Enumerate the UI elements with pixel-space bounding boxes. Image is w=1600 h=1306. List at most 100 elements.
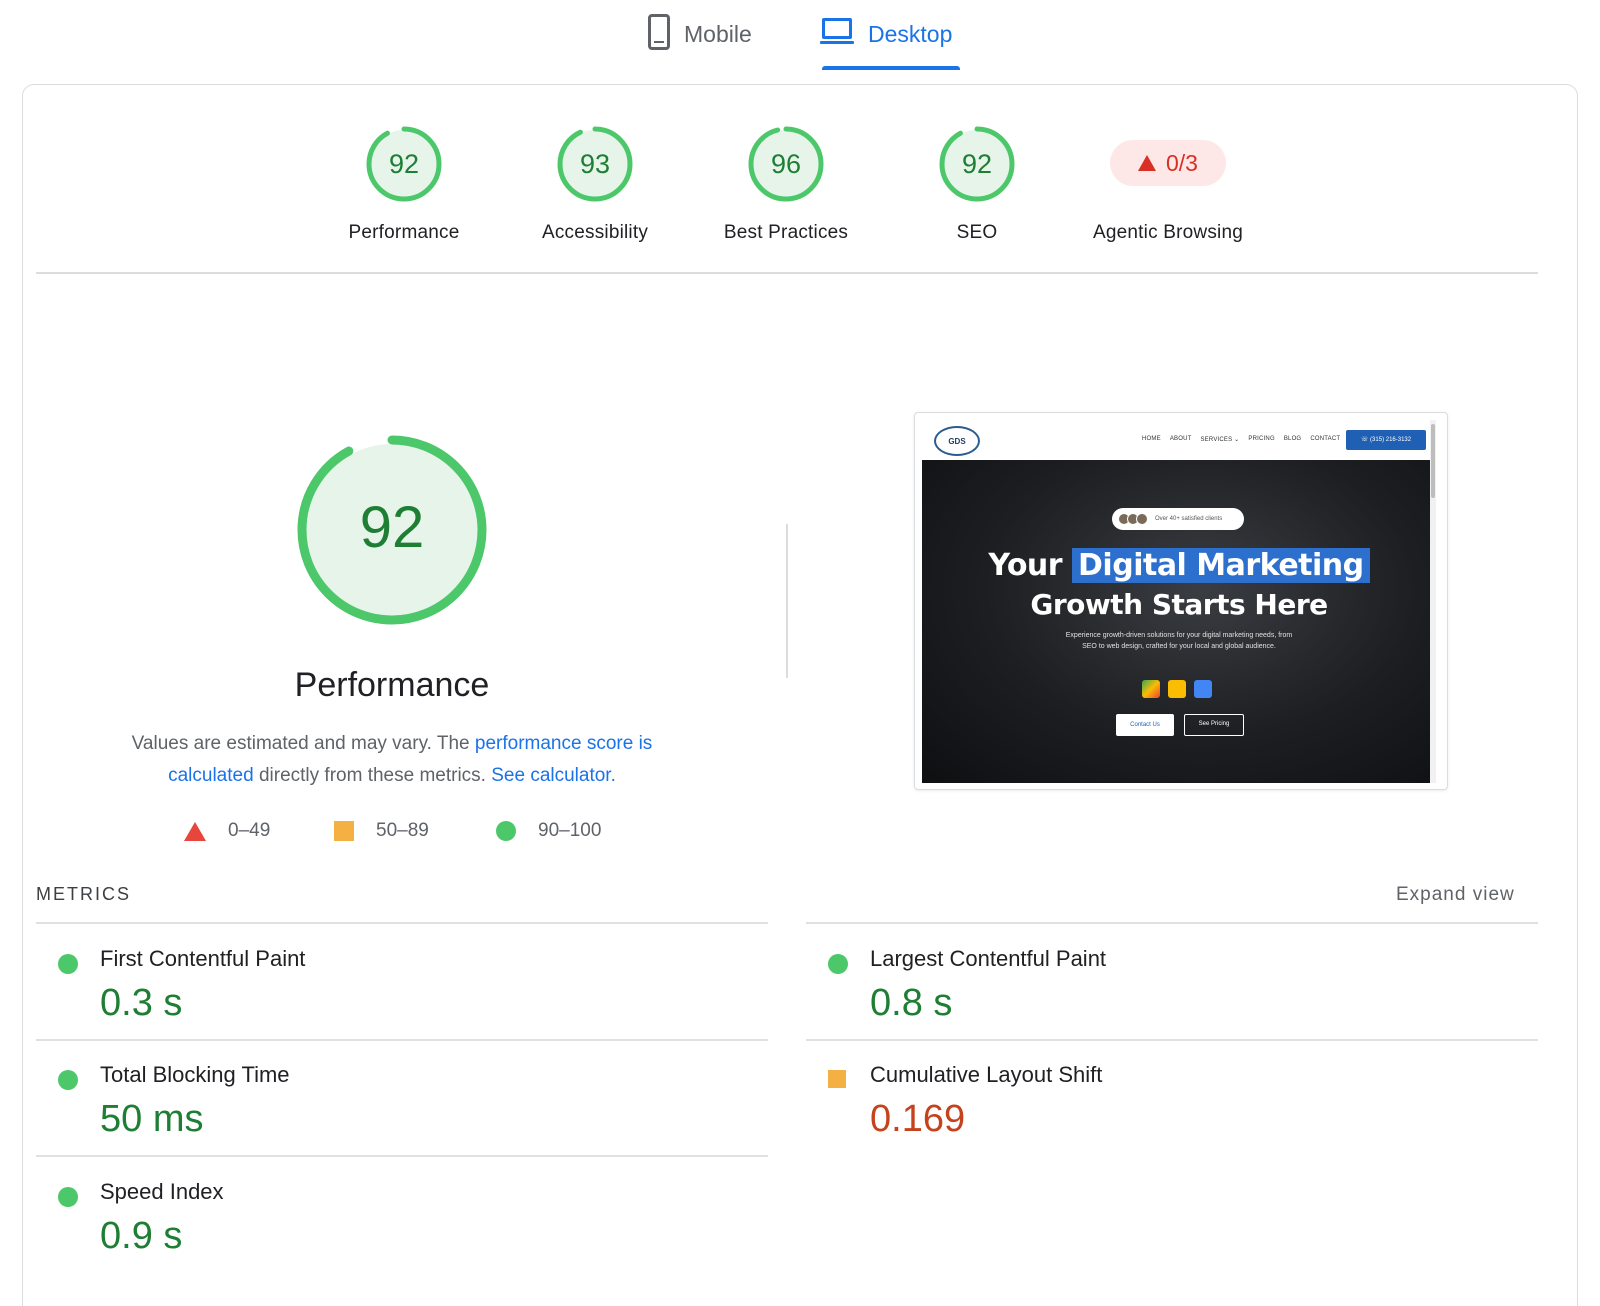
divider [806,1039,1538,1041]
tab-desktop-label: Desktop [868,21,953,47]
hero-headline: Your Digital Marketing [922,548,1436,583]
triangle-icon [184,821,206,841]
gauge-label: Performance [348,222,460,243]
score-ring: 93 [555,124,635,204]
divider [806,922,1538,924]
site-nav-item: SERVICES ⌄ [1200,437,1240,443]
hero-icons [1142,680,1212,698]
device-tabs: Mobile Desktop [0,0,1600,72]
hero-pill: Over 40+ satisfied clients [1112,508,1244,530]
metric-value: 0.8 s [870,982,953,1024]
maps-icon [1142,680,1160,698]
site-nav-item: PRICING [1248,436,1275,442]
legend-pass: 90–100 [496,820,601,842]
score-value: 93 [579,149,611,179]
divider [36,1155,768,1157]
score-value: 92 [388,149,420,179]
site-nav-item: BLOG [1283,436,1302,442]
pass-circle-icon [58,1187,78,1207]
divider [36,272,1538,274]
site-nav-item: HOME [1142,436,1161,442]
site-nav-item: ABOUT [1169,436,1192,442]
contact-button: Contact Us [1116,714,1174,736]
business-icon [1194,680,1212,698]
circle-icon [496,821,516,841]
expand-view-toggle[interactable]: Expand view [1396,884,1515,906]
gauge-performance[interactable]: 92 Performance [314,124,494,244]
metric-lcp: Largest Contentful Paint 0.8 s [806,940,1506,1050]
gauge-seo[interactable]: 92 SEO [887,124,1067,244]
metric-value: 50 ms [100,1098,204,1140]
gauge-label: Accessibility [541,222,649,243]
metric-value: 0.9 s [100,1215,183,1257]
score-ring: 92 [937,124,1017,204]
metrics-heading: METRICS [36,884,131,904]
site-nav-item: CONTACT [1310,436,1341,442]
tab-desktop[interactable]: Desktop [820,10,952,72]
site-phone-button: ☏ (315) 216-3132 [1346,430,1426,450]
pass-circle-icon [828,954,848,974]
legend-range: 50–89 [376,820,429,841]
screenshot-content: GDS HOME ABOUT SERVICES ⌄ PRICING BLOG C… [922,420,1436,783]
score-value: 96 [770,149,802,179]
tab-mobile-label: Mobile [684,21,752,47]
metric-name: Speed Index [100,1179,224,1204]
hero-buttons: Contact Us See Pricing [1116,714,1244,736]
gauge-label: Best Practices [723,222,849,243]
legend-range: 0–49 [228,820,271,841]
site-hero: Over 40+ satisfied clients Your Digital … [922,460,1430,783]
score-legend: 0–49 50–89 90–100 [0,820,800,850]
gauge-accessibility[interactable]: 93 Accessibility [505,124,685,244]
square-icon [334,821,354,841]
gauge-agentic-browsing[interactable]: 0/3 Agentic Browsing [1078,124,1258,244]
average-square-icon [828,1070,846,1088]
legend-fail: 0–49 [184,820,270,842]
phone-icon [648,14,670,50]
metric-value: 0.3 s [100,982,183,1024]
metric-speed-index: Speed Index 0.9 s [36,1173,736,1283]
metric-tbt: Total Blocking Time 50 ms [36,1056,736,1166]
laptop-icon [820,18,854,46]
performance-score: 92 [359,495,425,560]
score-value: 0/3 [1166,149,1198,176]
tab-mobile[interactable]: Mobile [648,10,752,72]
see-calculator-link[interactable]: See calculator. [491,765,616,786]
desc-text: Values are estimated and may vary. The [131,733,475,754]
category-gauges: 92 Performance 93 Accessibility 96 Best … [0,124,1600,254]
agentic-score-pill: 0/3 [1110,140,1226,186]
performance-gauge-large: 92 [292,430,492,630]
legend-average: 50–89 [334,820,429,842]
metric-name: Largest Contentful Paint [870,946,1107,971]
gauge-label: Agentic Browsing [1093,222,1243,243]
gauge-label: SEO [956,222,998,243]
score-ring: 92 [364,124,444,204]
performance-title: Performance [294,666,490,704]
site-nav-links: HOME ABOUT SERVICES ⌄ PRICING BLOG CONTA… [1142,436,1340,443]
analytics-icon [1168,680,1186,698]
avatar [1136,513,1148,525]
page-screenshot: GDS HOME ABOUT SERVICES ⌄ PRICING BLOG C… [914,412,1448,790]
performance-description: Values are estimated and may vary. The p… [100,728,684,792]
hero-subtext: Experience growth-driven solutions for y… [1065,632,1293,650]
active-tab-indicator [822,66,960,70]
screenshot-scrollbar [1430,420,1436,783]
site-nav: GDS HOME ABOUT SERVICES ⌄ PRICING BLOG C… [922,420,1436,460]
metric-value: 0.169 [870,1098,966,1140]
gauge-best-practices[interactable]: 96 Best Practices [696,124,876,244]
legend-range: 90–100 [538,820,602,841]
metric-name: First Contentful Paint [100,946,306,971]
warning-triangle-icon [1138,155,1156,171]
metric-fcp: First Contentful Paint 0.3 s [36,940,736,1050]
pass-circle-icon [58,1070,78,1090]
desc-text: directly from these metrics. [253,765,492,786]
hero-headline-2: Growth Starts Here [1030,588,1328,621]
hero-pill-text: Over 40+ satisfied clients [1155,516,1223,522]
divider [36,922,768,924]
score-ring: 96 [746,124,826,204]
pricing-button: See Pricing [1184,714,1244,736]
metric-name: Cumulative Layout Shift [870,1062,1103,1087]
metric-name: Total Blocking Time [100,1062,290,1087]
vertical-divider [786,524,788,678]
divider [36,1039,768,1041]
headline-text: Your [988,548,1073,583]
